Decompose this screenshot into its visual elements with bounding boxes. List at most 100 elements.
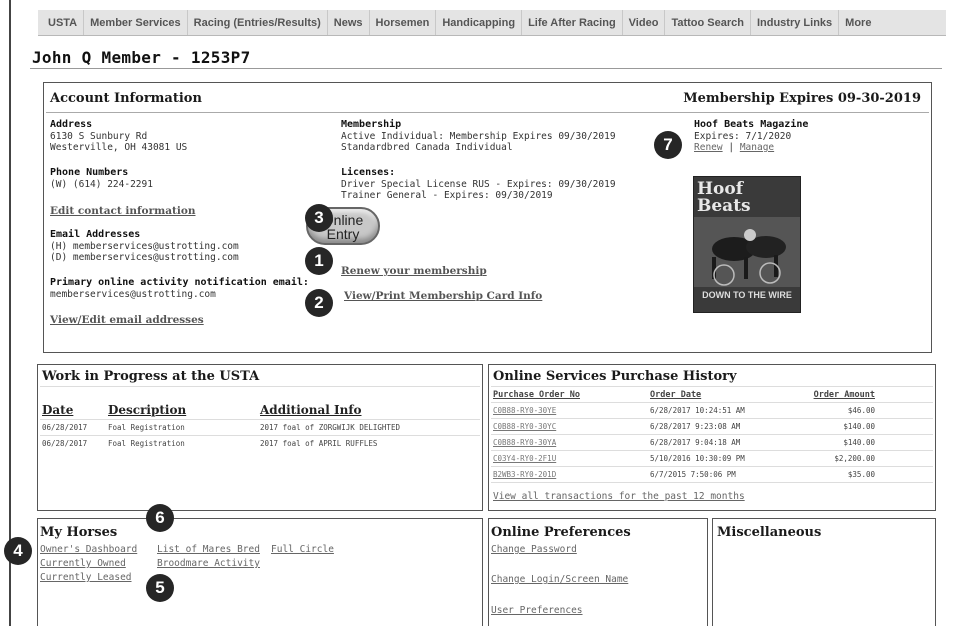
- work-in-progress-heading: Work in Progress at the USTA: [42, 369, 260, 384]
- licenses-label: Licenses:: [341, 167, 396, 178]
- nav-video[interactable]: Video: [621, 10, 665, 35]
- history-row-divider: [491, 434, 933, 435]
- broodmare-activity-link[interactable]: Broodmare Activity: [157, 558, 260, 569]
- online-preferences-heading: Online Preferences: [491, 525, 631, 540]
- order-link-2[interactable]: C0B88-RY0-30YC: [493, 422, 556, 431]
- edit-contact-link[interactable]: Edit contact information: [50, 205, 196, 217]
- magazine-renew-link[interactable]: Renew: [694, 142, 723, 153]
- history-divider: [491, 386, 933, 387]
- my-horses-panel: My Horses Owner's Dashboard List of Mare…: [37, 518, 483, 626]
- purchase-history-panel: Online Services Purchase History Purchas…: [488, 364, 936, 511]
- license-2: Trainer General - Expires: 09/30/2019: [341, 190, 553, 201]
- nav-industry-links[interactable]: Industry Links: [749, 10, 838, 35]
- my-horses-heading: My Horses: [40, 525, 118, 540]
- magazine-expires: Expires: 7/1/2020: [694, 131, 792, 142]
- history-header-order-amount: Order Amount: [813, 390, 875, 400]
- full-circle-link[interactable]: Full Circle: [271, 544, 334, 555]
- wip-row-1-description: Foal Registration: [108, 423, 185, 432]
- history-row-divider: [491, 450, 933, 451]
- order-amount-1: $46.00: [847, 406, 875, 415]
- order-link-3[interactable]: C0B88-RY0-30YA: [493, 438, 556, 447]
- membership-expires-heading: Membership Expires 09-30-2019: [683, 91, 921, 106]
- nav-life-after-racing[interactable]: Life After Racing: [521, 10, 622, 35]
- work-in-progress-panel: Work in Progress at the USTA Date Descri…: [37, 364, 483, 511]
- wip-header-rule: [40, 419, 480, 420]
- nav-news[interactable]: News: [326, 10, 369, 35]
- phone-label: Phone Numbers: [50, 167, 129, 178]
- callout-badge-4: 4: [4, 537, 32, 565]
- order-link-1[interactable]: C0B88-RY0-30YE: [493, 406, 556, 415]
- nav-racing[interactable]: Racing (Entries/Results): [186, 10, 327, 35]
- callout-badge-3: 3: [305, 204, 333, 232]
- email-label: Email Addresses: [50, 229, 141, 240]
- online-preferences-panel: Online Preferences Change Password Chang…: [488, 518, 708, 626]
- order-link-4[interactable]: C03Y4-RY0-2F1U: [493, 454, 556, 463]
- nav-handicapping[interactable]: Handicapping: [435, 10, 521, 35]
- wip-header-date: Date: [42, 403, 74, 417]
- order-date-1: 6/28/2017 10:24:51 AM: [650, 406, 745, 415]
- wip-row-2-date: 06/28/2017: [42, 439, 88, 448]
- page-left-border: [9, 0, 11, 626]
- membership-label: Membership: [341, 119, 402, 130]
- primary-email-label: Primary online activity notification ema…: [50, 277, 309, 288]
- owners-dashboard-link[interactable]: Owner's Dashboard: [40, 544, 137, 555]
- order-amount-5: $35.00: [847, 470, 875, 479]
- order-date-4: 5/10/2016 10:30:09 PM: [650, 454, 745, 463]
- nav-more[interactable]: More: [838, 10, 877, 35]
- wip-row-divider: [40, 435, 480, 436]
- email-home: (H) memberservices@ustrotting.com: [50, 241, 239, 252]
- order-amount-3: $140.00: [843, 438, 875, 447]
- order-date-5: 6/7/2015 7:50:06 PM: [650, 470, 736, 479]
- change-login-link[interactable]: Change Login/Screen Name: [491, 574, 628, 585]
- order-amount-4: $2,200.00: [834, 454, 875, 463]
- wip-row-1-info: 2017 foal of ZORGWIJK DELIGHTED: [260, 423, 400, 432]
- primary-email: memberservices@ustrotting.com: [50, 289, 216, 300]
- wip-row-2-description: Foal Registration: [108, 439, 185, 448]
- account-information-heading: Account Information: [50, 91, 202, 106]
- history-row-divider: [491, 418, 933, 419]
- email-d: (D) memberservices@ustrotting.com: [50, 252, 239, 263]
- wip-row-2-info: 2017 foal of APRIL RUFFLES: [260, 439, 378, 448]
- purchase-history-heading: Online Services Purchase History: [493, 369, 737, 384]
- history-header-order-no: Purchase Order No: [493, 390, 580, 400]
- miscellaneous-panel: Miscellaneous: [712, 518, 936, 626]
- change-password-link[interactable]: Change Password: [491, 544, 577, 555]
- wip-header-additional-info: Additional Info: [260, 403, 362, 417]
- magazine-manage-link[interactable]: Manage: [740, 142, 774, 153]
- magazine-cover-image[interactable]: Hoof Beats DOWN TO THE WIRE: [693, 176, 801, 313]
- magazine-label: Hoof Beats Magazine: [694, 119, 809, 130]
- magazine-cover-tagline: DOWN TO THE WIRE: [702, 290, 792, 300]
- phone-number: (W) (614) 224-2291: [50, 179, 153, 190]
- title-divider: [30, 68, 942, 69]
- print-membership-card-link[interactable]: View/Print Membership Card Info: [344, 290, 542, 302]
- nav-member-services[interactable]: Member Services: [83, 10, 187, 35]
- list-of-mares-bred-link[interactable]: List of Mares Bred: [157, 544, 260, 555]
- top-nav: USTA Member Services Racing (Entries/Res…: [38, 10, 946, 36]
- address-line-2: Westerville, OH 43081 US: [50, 142, 188, 153]
- user-preferences-link[interactable]: User Preferences: [491, 605, 583, 616]
- history-row-divider: [491, 482, 933, 483]
- order-amount-2: $140.00: [843, 422, 875, 431]
- view-edit-email-link[interactable]: View/Edit email addresses: [50, 314, 204, 326]
- callout-badge-2: 2: [305, 289, 333, 317]
- membership-line-1: Active Individual: Membership Expires 09…: [341, 131, 616, 142]
- nav-tattoo-search[interactable]: Tattoo Search: [664, 10, 750, 35]
- view-all-transactions-link[interactable]: View all transactions for the past 12 mo…: [493, 491, 745, 502]
- history-header-rule: [491, 402, 933, 403]
- account-divider: [46, 112, 929, 113]
- address-line-1: 6130 S Sunbury Rd: [50, 131, 148, 142]
- order-link-5[interactable]: B2WB3-RY0-201D: [493, 470, 556, 479]
- callout-badge-6: 6: [146, 504, 174, 532]
- page-title: John Q Member - 1253P7: [32, 48, 251, 67]
- membership-line-2: Standardbred Canada Individual: [341, 142, 513, 153]
- wip-divider: [40, 386, 480, 387]
- wip-row-1-date: 06/28/2017: [42, 423, 88, 432]
- currently-owned-link[interactable]: Currently Owned: [40, 558, 126, 569]
- license-1: Driver Special License RUS - Expires: 09…: [341, 179, 616, 190]
- renew-membership-link[interactable]: Renew your membership: [341, 265, 487, 277]
- currently-leased-link[interactable]: Currently Leased: [40, 572, 132, 583]
- nav-horsemen[interactable]: Horsemen: [368, 10, 436, 35]
- order-date-2: 6/28/2017 9:23:08 AM: [650, 422, 741, 431]
- order-date-3: 6/28/2017 9:04:18 AM: [650, 438, 741, 447]
- nav-usta[interactable]: USTA: [38, 10, 83, 35]
